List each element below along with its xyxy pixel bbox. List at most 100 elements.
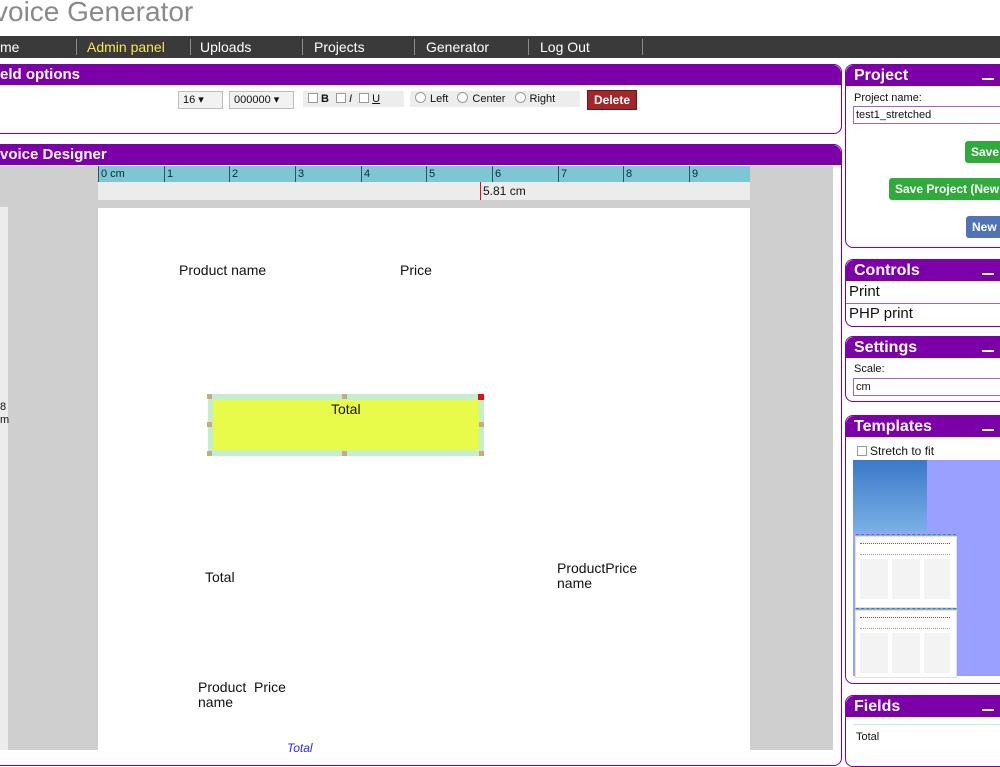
template-divider [856,608,956,610]
canvas-field-product-name[interactable]: Product name [179,262,266,278]
stretch-to-fit-option[interactable]: Stretch to fit [857,444,934,458]
ruler-tick: 0 cm [98,166,125,182]
delete-button[interactable]: Delete [587,90,638,110]
resize-handle-active[interactable] [478,394,484,400]
align-left-label: Left [430,93,449,105]
italic-checkbox[interactable] [336,93,347,103]
ruler-tick: 9 [689,166,698,182]
stretch-to-fit-label: Stretch to fit [870,444,935,458]
collapse-icon[interactable] [982,78,994,80]
resize-handle[interactable] [342,451,347,456]
bold-label: B [321,93,329,105]
font-size-value: 16 [183,94,196,106]
template-divider [856,534,956,536]
controls-divider [846,303,1000,304]
templates-gallery [853,460,1000,678]
php-print-link[interactable]: PHP print [849,305,913,322]
align-center-radio[interactable] [457,92,469,103]
ruler-tick: 1 [164,166,173,182]
align-center-label: Center [472,93,506,105]
ruler-position-strip [98,182,750,200]
stretch-to-fit-checkbox[interactable] [857,446,867,456]
fields-divider [853,724,1000,725]
nav-generator[interactable]: Generator [426,36,489,58]
template-thumbnail[interactable] [855,608,957,678]
resize-handle[interactable] [207,422,212,427]
align-right-radio[interactable] [514,92,526,103]
project-name-label: Project name: [854,92,922,104]
canvas-field-price[interactable]: Price [400,262,432,278]
collapse-icon[interactable] [982,429,994,431]
resize-handle[interactable] [479,451,484,456]
template-thumbnail[interactable] [855,534,957,608]
nav-divider [528,39,529,55]
template-thumbnail[interactable] [853,460,927,532]
fields-title: Fields [854,698,901,715]
fields-list-item[interactable]: Total [856,731,879,743]
field-options-title: eld options [0,66,80,83]
vertical-ruler-label: 8 m [0,401,10,426]
collapse-icon[interactable] [982,273,994,275]
ruler-tick: 3 [295,166,304,182]
main-nav: me Admin panel Uploads Projects Generato… [0,36,1000,58]
scale-label: Scale: [854,363,885,375]
resize-handle[interactable] [207,451,212,456]
resize-handle[interactable] [342,394,347,399]
collapse-icon[interactable] [982,709,994,711]
settings-title: Settings [854,339,918,356]
ruler-tick: 7 [558,166,567,182]
template-preview-lines [860,617,950,629]
nav-uploads[interactable]: Uploads [200,36,251,58]
alignment-group: Left Center Right [410,91,580,107]
nav-admin-panel[interactable]: Admin panel [87,36,165,58]
position-marker [480,182,481,200]
controls-title: Controls [854,262,920,279]
scale-select[interactable]: cm [853,378,1000,396]
ruler-tick: 2 [229,166,238,182]
nav-divider [76,39,77,55]
resize-handle[interactable] [207,394,212,399]
horizontal-ruler: 0 cm 1 2 3 4 5 6 7 8 9 [98,166,750,182]
nav-home[interactable]: me [0,36,19,58]
template-preview-lines [860,543,950,555]
template-preview-body [860,559,950,599]
settings-header: Settings [846,337,1000,358]
underline-label: U [372,93,381,105]
nav-projects[interactable]: Projects [314,36,365,58]
vertical-ruler [0,207,8,750]
canvas-field-total[interactable]: Total [205,569,235,585]
position-label: 5.81 cm [483,184,526,198]
designer-title: voice Designer [0,146,107,163]
design-canvas[interactable] [98,208,750,750]
collapse-icon[interactable] [982,350,994,352]
fields-header: Fields [846,696,1000,717]
nav-divider [302,39,303,55]
underline-checkbox[interactable] [359,93,370,103]
nav-divider [190,39,191,55]
new-project-button[interactable]: New [966,216,1000,238]
project-name-input[interactable]: test1_stretched [853,106,1000,124]
save-button[interactable]: Save [965,141,1000,163]
print-link[interactable]: Print [849,283,880,300]
field-options-header: eld options [0,65,841,85]
templates-title: Templates [854,418,932,435]
templates-header: Templates [846,416,1000,437]
project-header: Project [846,65,1000,86]
font-size-select[interactable]: 16 ▾ [178,91,223,109]
project-title: Project [854,67,909,84]
canvas-field-product-price[interactable]: ProductPrice name [557,561,637,591]
save-project-new-button[interactable]: Save Project (New [889,178,1000,200]
canvas-field-product-price-2[interactable]: Product Price name [198,680,286,710]
align-left-radio[interactable] [415,92,426,103]
resize-handle[interactable] [479,422,484,427]
nav-logout[interactable]: Log Out [540,36,590,58]
canvas-field-total-italic[interactable]: Total [287,741,313,755]
color-value: 000000 [234,94,271,106]
bold-checkbox[interactable] [308,93,318,103]
nav-divider [642,39,643,55]
color-select[interactable]: 000000 ▾ [229,91,294,109]
designer-header: voice Designer [0,145,841,165]
controls-header: Controls [846,260,1000,281]
ruler-tick: 6 [492,166,501,182]
ruler-tick: 5 [426,166,435,182]
